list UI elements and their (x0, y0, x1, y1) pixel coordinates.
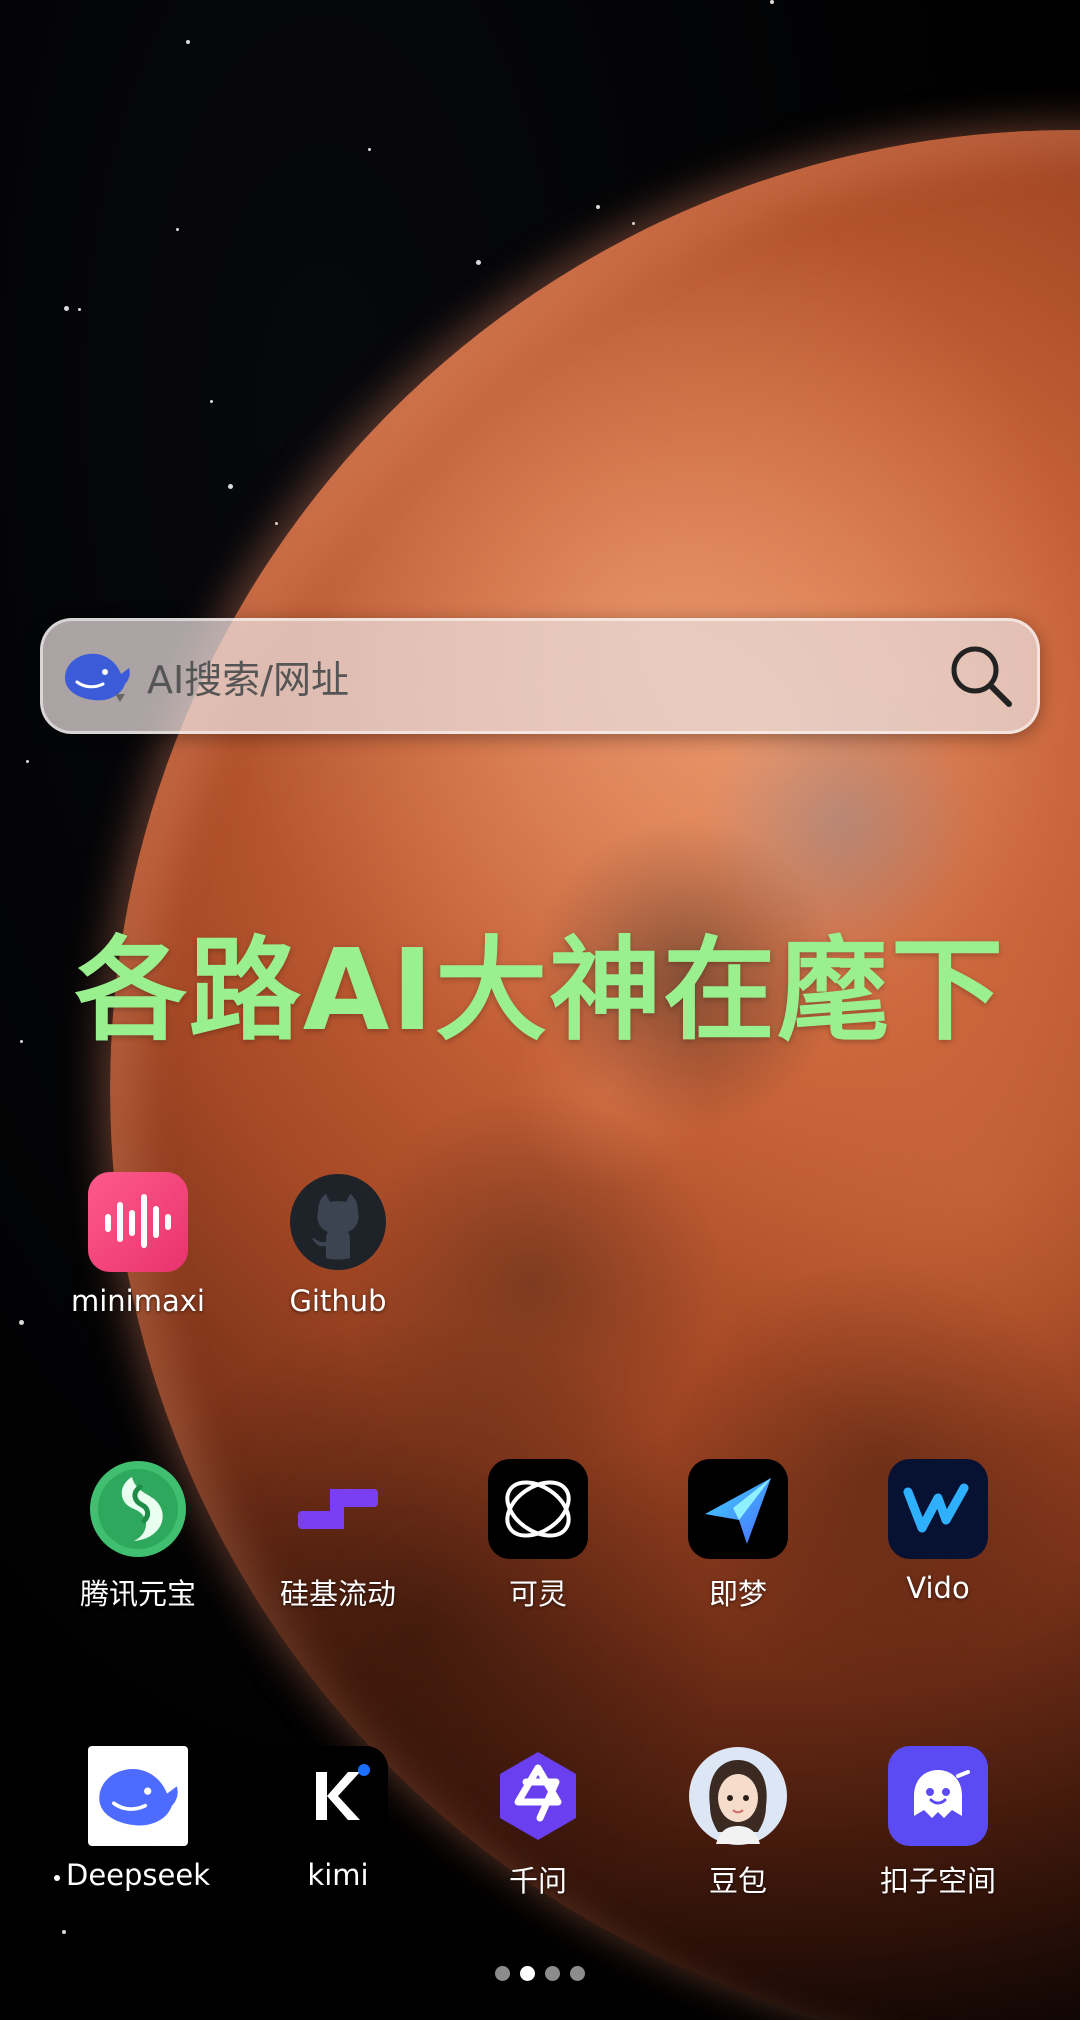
headline-text: 各路AI大神在麾下 (74, 926, 1006, 1056)
yuanbao-icon (88, 1459, 188, 1559)
app-label-text: Deepseek (65, 1858, 210, 1892)
unread-dot (53, 1875, 60, 1881)
kouzi-ghost-icon (888, 1746, 988, 1846)
search-button[interactable] (941, 636, 1021, 716)
minimax-waveform-icon (88, 1172, 188, 1272)
jimeng-icon (688, 1459, 788, 1559)
app-deepseek[interactable]: Deepseek (38, 1746, 238, 1892)
home-screen: AI搜索/网址 各路AI大神在麾下 minimaxi Github 腾讯元宝 硅… (0, 0, 1080, 2020)
page-indicator[interactable] (0, 1966, 1080, 1981)
app-kling[interactable]: 可灵 (438, 1459, 638, 1613)
mars-planet (110, 130, 1080, 2020)
github-octocat-icon (288, 1172, 388, 1272)
app-label: 千问 (508, 1864, 567, 1898)
app-label: kimi (307, 1858, 369, 1892)
search-bar[interactable]: AI搜索/网址 (40, 618, 1040, 734)
app-label: 硅基流动 (279, 1577, 396, 1611)
page-dot[interactable] (545, 1966, 560, 1981)
qianwen-icon (488, 1746, 588, 1846)
deepseek-whale-icon (88, 1746, 188, 1846)
app-kouzi[interactable]: 扣子空间 (838, 1746, 1038, 1900)
search-engine-selector[interactable] (57, 641, 137, 711)
kling-icon (488, 1459, 588, 1559)
search-input-placeholder[interactable]: AI搜索/网址 (147, 649, 941, 704)
app-doubao[interactable]: 豆包 (638, 1746, 838, 1900)
app-yuanbao[interactable]: 腾讯元宝 (38, 1459, 238, 1613)
app-kimi[interactable]: kimi (238, 1746, 438, 1892)
app-jimeng[interactable]: 即梦 (638, 1459, 838, 1613)
app-label: 腾讯元宝 (79, 1577, 196, 1611)
app-label: 扣子空间 (879, 1864, 996, 1898)
page-dot[interactable] (495, 1966, 510, 1981)
app-qianwen[interactable]: 千问 (438, 1746, 638, 1900)
app-minimaxi[interactable]: minimaxi (38, 1172, 238, 1318)
app-siliconflow[interactable]: 硅基流动 (238, 1459, 438, 1613)
search-icon (951, 646, 1012, 707)
app-label: 豆包 (708, 1864, 767, 1898)
app-vido[interactable]: Vido (838, 1459, 1038, 1605)
app-label: Github (289, 1284, 387, 1318)
vido-icon (888, 1459, 988, 1559)
app-label: Deepseek (53, 1858, 210, 1892)
doubao-avatar-icon (688, 1746, 788, 1846)
app-label: 可灵 (508, 1577, 567, 1611)
deepseek-whale-icon (65, 653, 130, 702)
kimi-icon (288, 1746, 388, 1846)
app-github[interactable]: Github (238, 1172, 438, 1318)
siliconflow-icon (288, 1459, 388, 1559)
page-dot[interactable] (570, 1966, 585, 1981)
app-label: Vido (906, 1571, 970, 1605)
app-label: minimaxi (71, 1284, 205, 1318)
app-label: 即梦 (708, 1577, 767, 1611)
page-dot-active[interactable] (520, 1966, 535, 1981)
